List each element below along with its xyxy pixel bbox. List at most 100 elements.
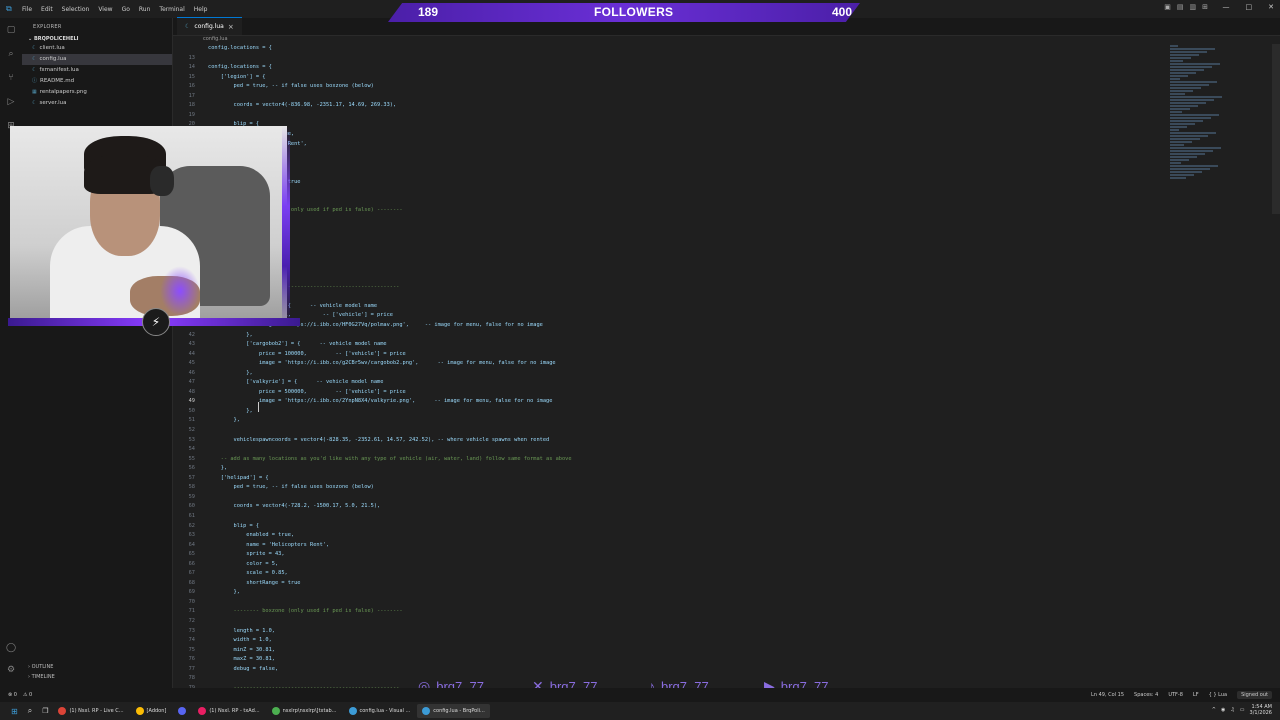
status-item[interactable]: Signed out [1237,691,1272,699]
code-line[interactable]: 61 [173,512,1213,522]
code-line[interactable]: 70 [173,598,1213,608]
code-line[interactable]: 68 shortRange = true [173,579,1213,589]
code-line[interactable]: 74 width = 1.0, [173,636,1213,646]
menu-item-run[interactable]: Run [139,6,151,13]
code-line[interactable]: 25 scale = 0.8, [173,168,1213,178]
code-line[interactable]: 46 }, [173,369,1213,379]
code-line[interactable]: 32 [173,235,1213,245]
code-line[interactable]: 50 }, [173,407,1213,417]
code-line[interactable]: 55 -- add as many locations as you'd lik… [173,455,1213,465]
code-line[interactable]: 26 shortRange = true [173,178,1213,188]
code-line[interactable]: 48 price = 500000, -- ['vehicle'] = pric… [173,388,1213,398]
code-line[interactable]: 43 ['cargobob2'] = { -- vehicle model na… [173,340,1213,350]
code-line[interactable]: 21 enabled = true, [173,130,1213,140]
code-line[interactable]: 45 image = 'https://i.ibb.co/g2CBr5wv/ca… [173,359,1213,369]
account-icon[interactable]: ◯ [0,636,22,660]
code-line[interactable]: 44 price = 100000, -- ['vehicle'] = pric… [173,350,1213,360]
code-line[interactable]: 71 -------- boxzone (only used if ped is… [173,607,1213,617]
code-line[interactable]: 24 color = 2, [173,159,1213,169]
code-line[interactable]: 18 coords = vector4(-836.98, -2351.17, 1… [173,101,1213,111]
code-line[interactable]: 14 config.locations = { [173,63,1213,73]
code-line[interactable]: 38 [173,292,1213,302]
code-line[interactable]: 65 sprite = 43, [173,550,1213,560]
status-problems-item[interactable]: ⚠ 0 [23,692,32,698]
task-view-icon[interactable]: ❐ [37,704,53,718]
code-line[interactable]: 69 }, [173,588,1213,598]
file-item[interactable]: ▦ rentalpapers.png [22,87,172,98]
code-line[interactable]: 56 }, [173,464,1213,474]
code-line[interactable]: 47 ['valkyrie'] = { -- vehicle model nam… [173,378,1213,388]
file-item[interactable]: ☾ server.lua [22,98,172,109]
toggle-panel-icon[interactable]: ▤ [1177,3,1184,11]
code-line[interactable]: 54 [173,445,1213,455]
code-line[interactable]: 37 -------------------------------------… [173,283,1213,293]
taskbar-app-button[interactable]: (1) Nsxl. RP - Live C... [53,704,128,718]
status-item[interactable]: Ln 49, Col 15 [1091,692,1124,698]
timeline-section[interactable]: › TIMELINE [22,672,172,682]
start-button[interactable]: ⊞ [6,704,23,718]
status-item[interactable]: LF [1193,692,1199,698]
tray-volume-icon[interactable]: ♫ [1230,707,1234,713]
taskbar-app-button[interactable]: nsxlrp\nsxlrp\[txtab... [267,704,342,718]
code-line[interactable]: 15 ['legion'] = { [173,73,1213,83]
toggle-primary-sidebar-icon[interactable]: ▣ [1164,3,1171,11]
code-line[interactable]: 30 [173,216,1213,226]
code-line[interactable]: 77 debug = false, [173,665,1213,675]
menu-item-go[interactable]: Go [122,6,130,13]
code-line[interactable]: 52 [173,426,1213,436]
code-line[interactable]: 75 minZ = 30.81, [173,646,1213,656]
code-line[interactable]: 63 enabled = true, [173,531,1213,541]
status-item[interactable]: UTF-8 [1168,692,1183,698]
tray-network-icon[interactable]: ◉ [1221,707,1225,713]
code-line[interactable]: config.locations = { [173,44,1213,54]
code-line[interactable]: 73 length = 1.0, [173,627,1213,637]
code-line[interactable]: 76 maxZ = 30.81, [173,655,1213,665]
minimap[interactable] [1170,44,1230,204]
taskbar-app-button[interactable]: (1) Nsxl. RP - txAd... [193,704,264,718]
menu-item-terminal[interactable]: Terminal [159,6,184,13]
close-tab-icon[interactable]: × [228,23,234,31]
taskbar-app-button[interactable] [173,704,191,718]
code-line[interactable]: 60 coords = vector4(-728.2, -1500.17, 5.… [173,502,1213,512]
status-item[interactable]: Spaces: 4 [1134,692,1158,698]
toggle-secondary-sidebar-icon[interactable]: ▥ [1190,3,1197,11]
run-debug-icon[interactable]: ▷ [0,90,22,114]
code-line[interactable]: 58 ped = true, -- if false uses boxzone … [173,483,1213,493]
clock[interactable]: 1:54 AM 3/1/2026 [1250,704,1272,716]
maximize-icon[interactable]: □ [1246,3,1253,11]
tray-chevron-icon[interactable]: ^ [1212,707,1216,713]
menu-item-edit[interactable]: Edit [41,6,53,13]
taskbar-app-button[interactable]: config.lua - BrqPoli... [417,704,490,718]
code-line[interactable]: 62 blip = { [173,522,1213,532]
menu-item-help[interactable]: Help [194,6,208,13]
tab-config-lua[interactable]: ☾ config.lua × [177,17,242,35]
code-line[interactable]: 19 [173,111,1213,121]
file-item[interactable]: ☾ config.lua [22,54,172,65]
code-line[interactable]: 57 ['helipad'] = { [173,474,1213,484]
settings-gear-icon[interactable]: ⚙ [0,658,22,682]
customize-layout-icon[interactable]: ⊞ [1202,3,1208,11]
status-problems-item[interactable]: ⊗ 0 [8,692,17,698]
close-icon[interactable]: ✕ [1268,3,1274,11]
menu-item-file[interactable]: File [22,6,32,13]
code-line[interactable]: 49 image = 'https://i.ibb.co/2YnpN8X4/va… [173,397,1213,407]
code-line[interactable]: 53 vehiclespawncoords = vector4(-828.35,… [173,436,1213,446]
code-line[interactable]: 59 [173,493,1213,503]
code-line[interactable]: 35 [173,264,1213,274]
search-taskbar-icon[interactable]: ⌕ [23,704,37,718]
code-line[interactable]: 42 }, [173,331,1213,341]
code-line[interactable]: 66 color = 5, [173,560,1213,570]
code-line[interactable]: 72 [173,617,1213,627]
file-item[interactable]: ⓘ README.md [22,76,172,87]
outline-section[interactable]: › OUTLINE [22,662,172,672]
taskbar-app-button[interactable]: [Addon] [131,704,172,718]
file-item[interactable]: ☾ fxmanifest.lua [22,65,172,76]
code-line[interactable]: 33 [173,245,1213,255]
code-line[interactable]: 51 }, [173,416,1213,426]
code-line[interactable]: 28 [173,197,1213,207]
explorer-icon[interactable]: ▢ [0,18,22,42]
vertical-scrollbar[interactable] [1272,44,1280,214]
code-line[interactable]: 36 [173,273,1213,283]
menu-item-view[interactable]: View [98,6,112,13]
code-line[interactable]: 64 name = 'Helicopters Rent', [173,541,1213,551]
